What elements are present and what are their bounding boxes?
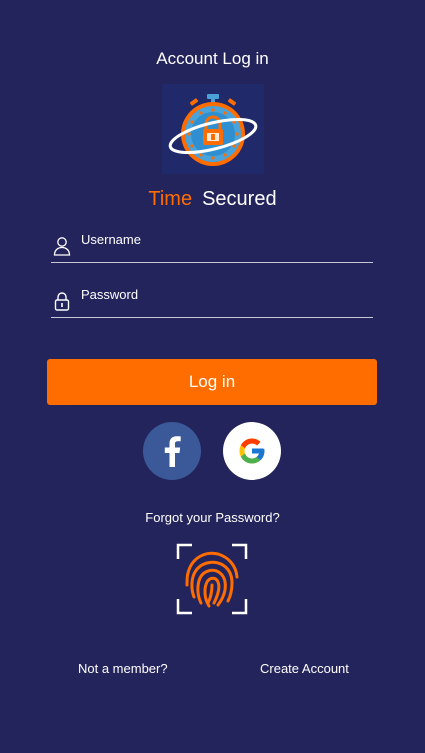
username-field[interactable]: Username xyxy=(51,232,373,263)
brand-name: Time Secured xyxy=(0,188,425,211)
brand-word-secured: Secured xyxy=(202,188,277,210)
not-member-text: Not a member? xyxy=(78,661,168,676)
create-account-link[interactable]: Create Account xyxy=(260,661,349,676)
lock-icon xyxy=(53,291,71,311)
page-title: Account Log in xyxy=(156,49,269,68)
brand-word-time: Time xyxy=(148,188,193,210)
fingerprint-icon xyxy=(176,543,248,615)
login-screen: Account Log in Time Secured Username Pas… xyxy=(0,0,425,753)
password-label: Password xyxy=(81,287,139,302)
google-login-button[interactable] xyxy=(223,422,281,480)
facebook-icon xyxy=(162,435,182,467)
user-icon xyxy=(53,236,71,256)
forgot-password-link[interactable]: Forgot your Password? xyxy=(0,510,425,525)
login-button[interactable]: Log in xyxy=(47,359,377,405)
google-icon xyxy=(237,436,267,466)
fingerprint-login-button[interactable] xyxy=(176,543,248,615)
stopwatch-lock-logo xyxy=(162,84,264,174)
facebook-login-button[interactable] xyxy=(143,422,201,480)
password-field[interactable]: Password xyxy=(51,287,373,318)
username-label: Username xyxy=(81,232,141,247)
